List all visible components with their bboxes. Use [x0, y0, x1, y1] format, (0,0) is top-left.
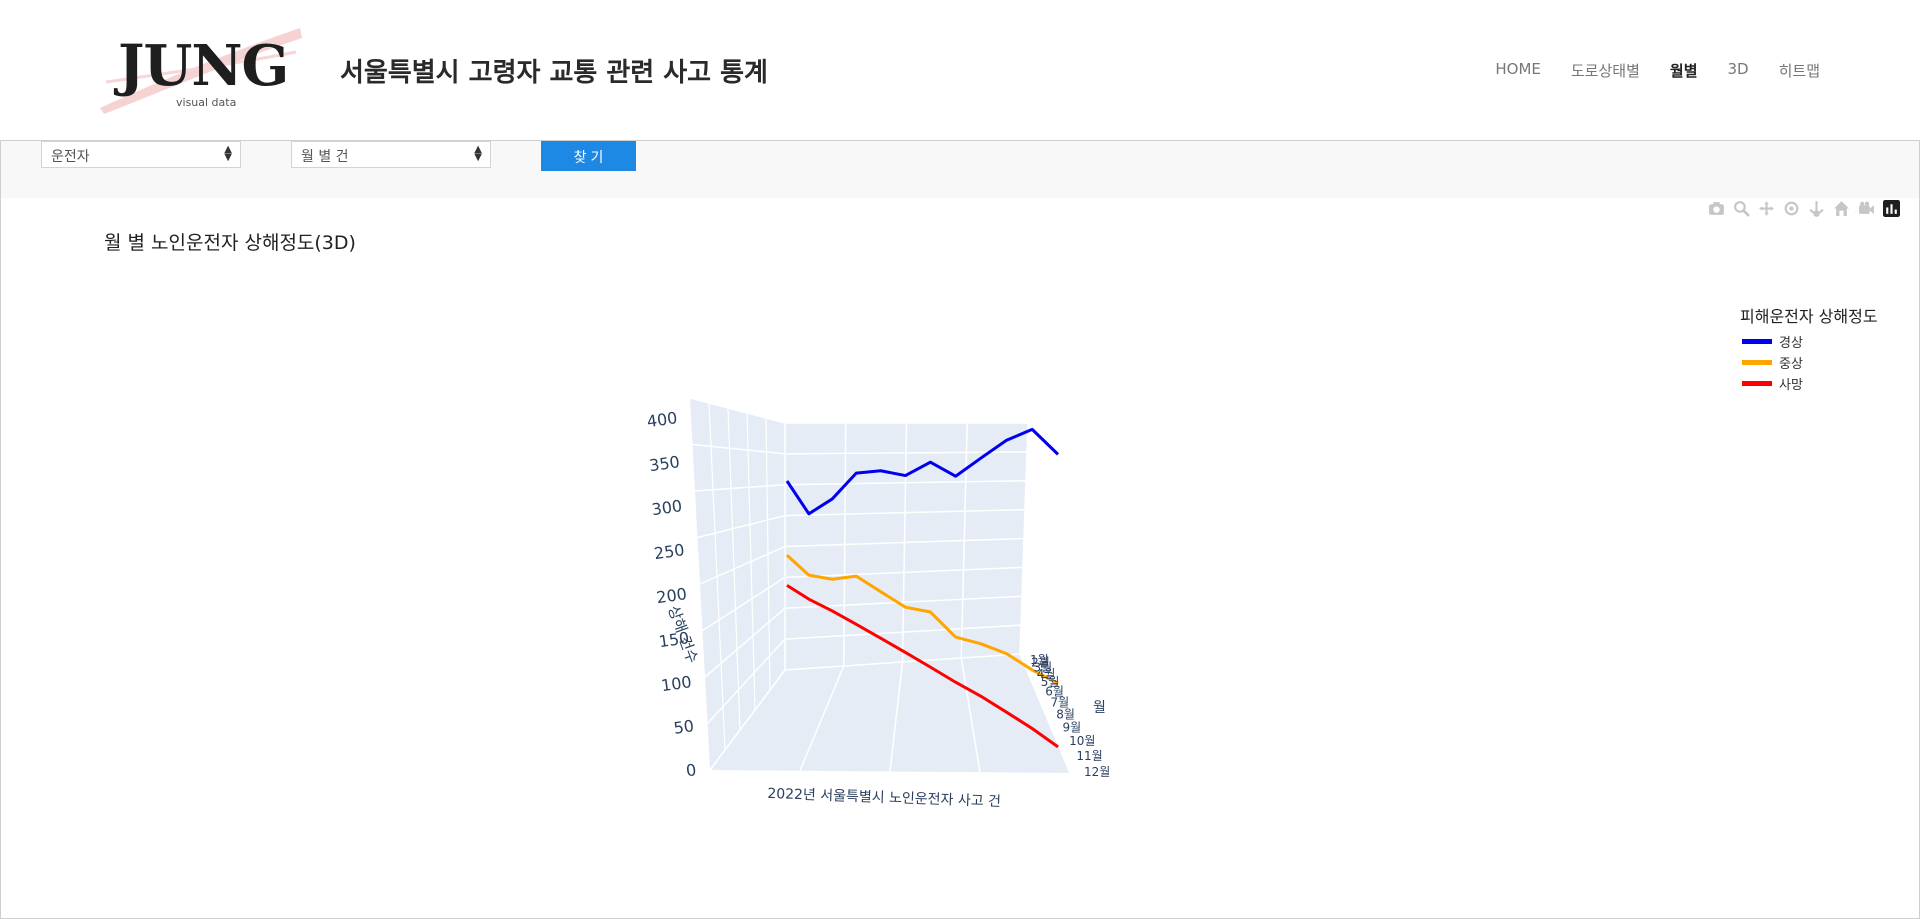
legend-swatch	[1742, 339, 1772, 344]
y-tick-label: 10월	[1069, 734, 1095, 748]
chart-legend: 피해운전자 상해정도 경상중상사망	[1740, 303, 1878, 394]
legend-label: 경상	[1779, 336, 1803, 351]
search-button[interactable]: 찾 기	[541, 141, 636, 171]
nav-road-condition[interactable]: 도로상태별	[1571, 60, 1640, 81]
z-tick-label: 250	[653, 540, 686, 563]
legend-item[interactable]: 사망	[1740, 373, 1878, 394]
logo-subtitle: visual data	[176, 96, 237, 109]
legend-label: 사망	[1779, 378, 1803, 393]
z-tick-label: 50	[672, 716, 695, 738]
legend-item[interactable]: 경상	[1740, 331, 1878, 352]
logo-text: JUNG	[118, 33, 289, 99]
y-tick-label: 12월	[1084, 765, 1110, 779]
target-select[interactable]: 운전자 ▲ ▼	[41, 141, 241, 168]
unit-select[interactable]: 월 별 건 ▲ ▼	[291, 141, 491, 168]
select-caret-icon: ▲ ▼	[224, 144, 232, 163]
y-axis-title: 월	[1093, 700, 1106, 716]
z-tick-label: 300	[650, 496, 683, 519]
site-header: JUNG visual data 서울특별시 고령자 교통 관련 사고 통계 H…	[0, 0, 1920, 140]
legend-swatch	[1742, 360, 1772, 365]
nav-monthly[interactable]: 월별	[1670, 60, 1698, 81]
nav-3d[interactable]: 3D	[1728, 60, 1749, 81]
nav-heatmap[interactable]: 히트맵	[1779, 60, 1820, 81]
legend-items: 경상중상사망	[1740, 331, 1878, 394]
z-tick-label: 350	[648, 452, 681, 475]
nav-home[interactable]: HOME	[1495, 60, 1541, 81]
z-tick-label: 400	[646, 408, 679, 431]
y-tick-label: 9월	[1062, 720, 1081, 734]
chart-3d-scene[interactable]: 050100150200250300350400상해 건수 1월2월3월4월5월6…	[0, 198, 1920, 917]
z-tick-label: 0	[685, 760, 698, 780]
site-title: 서울특별시 고령자 교통 관련 사고 통계	[340, 58, 768, 88]
target-select-value: 운전자	[51, 149, 90, 165]
x-axis-title: 2022년 서울특별시 노인운전자 사고 건	[767, 786, 1001, 810]
logo[interactable]: JUNG visual data	[96, 22, 306, 117]
y-tick-label: 8월	[1056, 707, 1075, 721]
z-tick-label: 100	[660, 672, 693, 695]
legend-swatch	[1742, 381, 1772, 386]
z-tick-label: 200	[655, 584, 688, 607]
legend-title: 피해운전자 상해정도	[1740, 307, 1878, 326]
y-tick-label: 11월	[1076, 749, 1102, 763]
legend-label: 중상	[1779, 357, 1803, 372]
legend-item[interactable]: 중상	[1740, 352, 1878, 373]
select-caret-icon: ▲ ▼	[474, 144, 482, 163]
main-nav: HOME 도로상태별 월별 3D 히트맵	[1495, 60, 1820, 81]
unit-select-value: 월 별 건	[301, 149, 349, 165]
controls-bar	[1, 141, 1919, 198]
